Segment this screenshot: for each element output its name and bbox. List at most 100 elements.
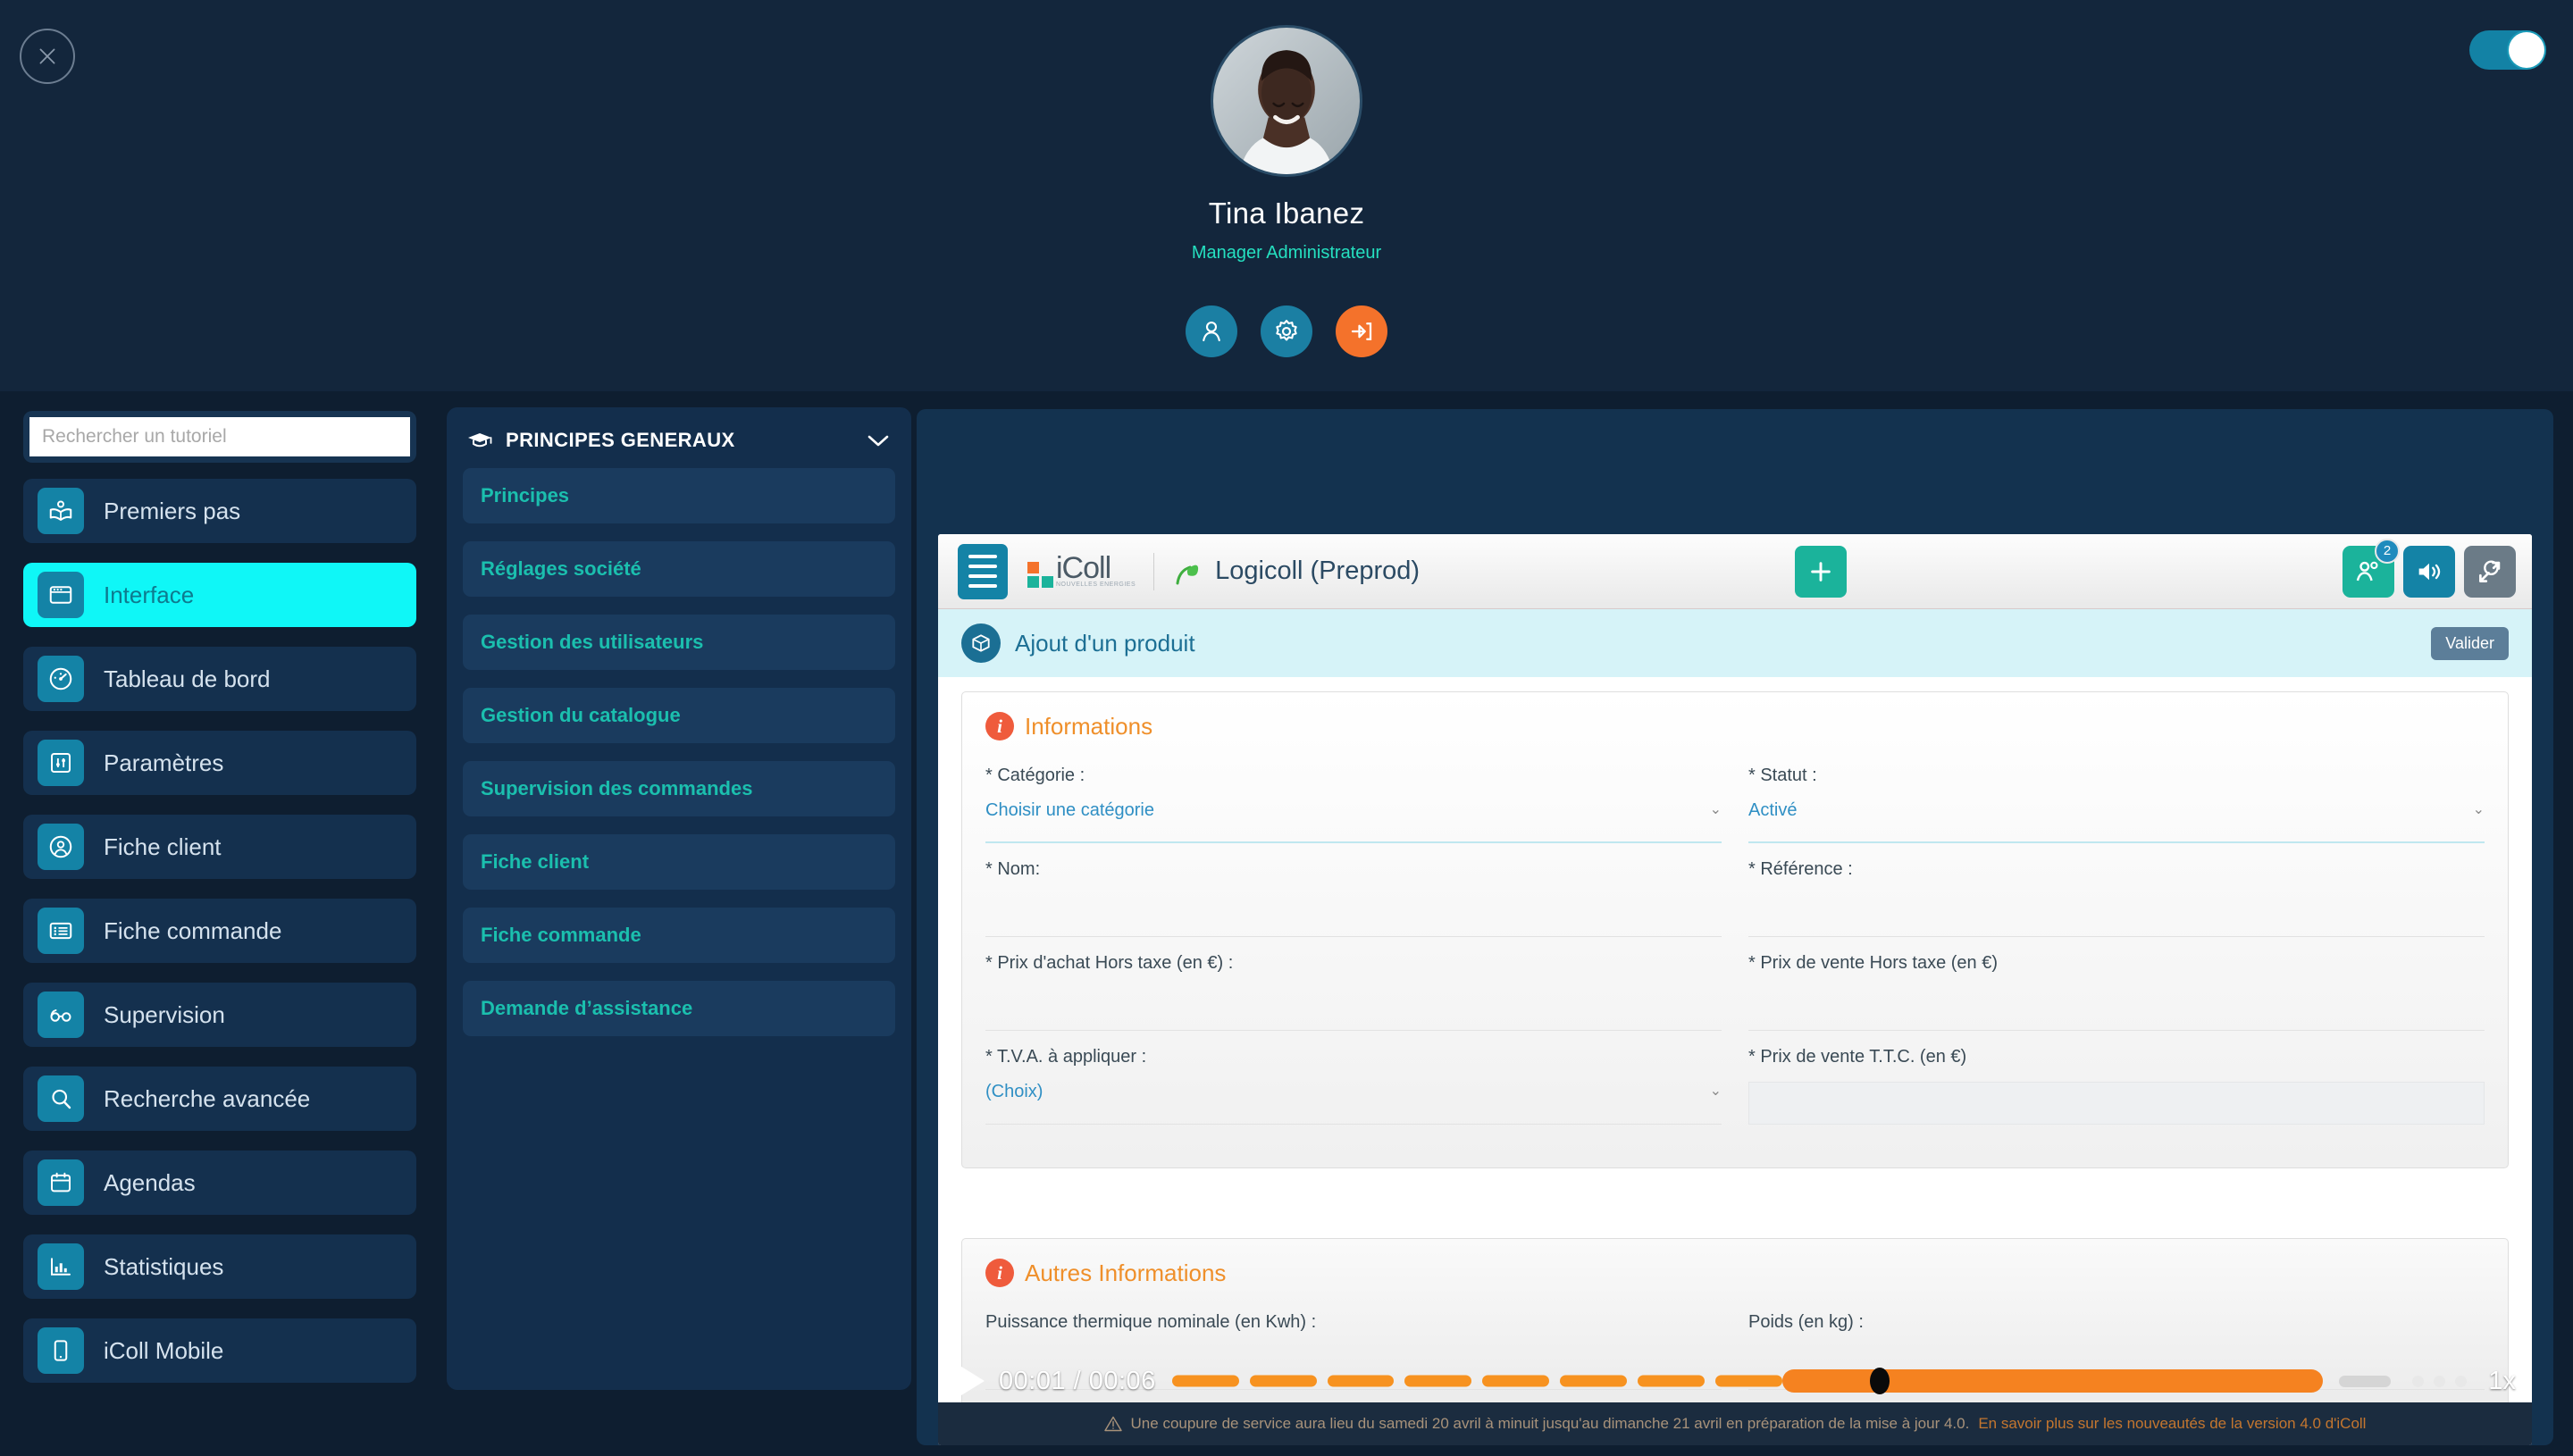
- toggle-knob: [2509, 32, 2544, 68]
- sidebar-item-agendas[interactable]: Agendas: [23, 1151, 416, 1215]
- video-stage[interactable]: iColl NOUVELLES ENERGIES Logicoll (Prepr…: [917, 409, 2553, 1445]
- video-panel: iColl NOUVELLES ENERGIES Logicoll (Prepr…: [917, 409, 2553, 1445]
- glasses-icon: [38, 992, 84, 1038]
- graduation-cap-icon: [466, 431, 493, 450]
- sidebar-item-label: Paramètres: [104, 749, 224, 776]
- add-button[interactable]: [1795, 545, 1848, 598]
- nom-input[interactable]: [985, 894, 1722, 937]
- tutorial-body: Premiers pas Interface Tableau de bord P…: [0, 391, 2573, 1456]
- menu-button[interactable]: [958, 543, 1008, 599]
- sidebar-item-label: Interface: [104, 581, 195, 608]
- chevron-down-icon[interactable]: [865, 431, 892, 449]
- statut-select[interactable]: Activé ⌄: [1748, 800, 2485, 843]
- more-options-button[interactable]: [2412, 1375, 2468, 1387]
- footer-warning-text: Une coupure de service aura lieu du same…: [1130, 1415, 1970, 1432]
- form-grid: * Catégorie : Choisir une catégorie ⌄ * …: [985, 766, 2485, 1141]
- chapter-item-label: Principes: [481, 484, 570, 506]
- volume-slider[interactable]: [2339, 1375, 2392, 1387]
- user-circle-icon: [38, 824, 84, 870]
- theme-toggle[interactable]: [2469, 30, 2546, 70]
- section-title: Informations: [1025, 712, 1153, 740]
- field-tva: * T.V.A. à appliquer : (Choix) ⌄: [985, 1047, 1722, 1132]
- app-footer: Une coupure de service aura lieu du same…: [938, 1402, 2532, 1445]
- prix-vente-ht-input[interactable]: [1748, 988, 2485, 1031]
- sidebar-item-premiers-pas[interactable]: Premiers pas: [23, 479, 416, 543]
- chapter-item-label: Supervision des commandes: [481, 777, 753, 799]
- sidebar-item-label: Statistiques: [104, 1252, 224, 1280]
- chapter-item-label: Fiche commande: [481, 924, 641, 946]
- field-prix-vente-ht: * Prix de vente Hors taxe (en €): [1748, 953, 2485, 1038]
- play-button[interactable]: [954, 1362, 985, 1400]
- chapter-item-gestion-des-utilisateurs[interactable]: Gestion des utilisateurs: [463, 615, 895, 670]
- chevron-down-icon: ⌄: [2472, 802, 2485, 817]
- book-reader-icon: [38, 488, 84, 534]
- search-input[interactable]: [29, 417, 410, 456]
- sidebar-item-supervision[interactable]: Supervision: [23, 983, 416, 1047]
- sidebar-item-recherche-avancee[interactable]: Recherche avancée: [23, 1067, 416, 1131]
- chapter-item-principes[interactable]: Principes: [463, 468, 895, 523]
- chapter-header[interactable]: PRINCIPES GENERAUX: [463, 420, 895, 468]
- field-value: Activé: [1748, 800, 1798, 820]
- chapter-item-label: Gestion du catalogue: [481, 704, 681, 726]
- playback-speed[interactable]: 1x: [2488, 1367, 2516, 1396]
- section-header: i Autres Informations: [985, 1259, 2485, 1287]
- search-wrapper: [23, 411, 416, 463]
- chapter-item-label: Fiche client: [481, 850, 590, 873]
- list-card-icon: [38, 908, 84, 954]
- sliders-icon: [38, 740, 84, 786]
- profile-button[interactable]: [1186, 305, 1237, 357]
- section-header: i Informations: [985, 712, 2485, 741]
- brand-name: iColl: [1056, 550, 1111, 585]
- field-label: * Prix d'achat Hors taxe (en €) :: [985, 953, 1234, 973]
- sidebar: Premiers pas Interface Tableau de bord P…: [0, 391, 440, 1456]
- reference-input[interactable]: [1748, 894, 2485, 937]
- categorie-select[interactable]: Choisir une catégorie ⌄: [985, 800, 1722, 843]
- progress-handle[interactable]: [1870, 1368, 1890, 1394]
- chapter-item-reglages-societe[interactable]: Réglages société: [463, 541, 895, 597]
- chapter-item-fiche-commande[interactable]: Fiche commande: [463, 908, 895, 963]
- profile-actions: [1186, 305, 1387, 357]
- sound-button[interactable]: [2403, 545, 2455, 598]
- sidebar-item-interface[interactable]: Interface: [23, 563, 416, 627]
- profile-header: Tina Ibanez Manager Administrateur: [0, 0, 2573, 391]
- field-label: * Référence :: [1748, 859, 1853, 879]
- chapter-item-supervision-des-commandes[interactable]: Supervision des commandes: [463, 761, 895, 816]
- settings-button[interactable]: [1261, 305, 1312, 357]
- sidebar-item-label: Premiers pas: [104, 497, 241, 524]
- validate-button[interactable]: Valider: [2431, 626, 2509, 660]
- sidebar-item-parametres[interactable]: Paramètres: [23, 731, 416, 795]
- contacts-badge: 2: [2375, 538, 2400, 564]
- prix-achat-ht-input[interactable]: [985, 988, 1722, 1031]
- fullscreen-button[interactable]: [2464, 545, 2516, 598]
- progress-bar[interactable]: [1171, 1368, 2324, 1394]
- field-label: Poids (en kg) :: [1748, 1312, 1864, 1332]
- sidebar-item-statistiques[interactable]: Statistiques: [23, 1234, 416, 1299]
- chapter-title: PRINCIPES GENERAUX: [506, 429, 735, 451]
- chapter-item-demande-assistance[interactable]: Demande d’assistance: [463, 981, 895, 1036]
- sidebar-item-fiche-client[interactable]: Fiche client: [23, 815, 416, 879]
- sidebar-item-label: Fiche client: [104, 833, 222, 860]
- chapter-item-label: Réglages société: [481, 557, 641, 580]
- app-title: Logicoll (Preprod): [1215, 556, 1421, 585]
- brand-subtitle: NOUVELLES ENERGIES: [1056, 582, 1136, 589]
- info-icon: i: [985, 1259, 1014, 1287]
- contacts-button[interactable]: 2: [2343, 538, 2400, 598]
- sidebar-item-label: Supervision: [104, 1000, 225, 1028]
- tva-select[interactable]: (Choix) ⌄: [985, 1082, 1722, 1125]
- informations-card: i Informations * Catégorie : Choisir une…: [961, 691, 2509, 1168]
- logout-button[interactable]: [1336, 305, 1387, 357]
- field-categorie: * Catégorie : Choisir une catégorie ⌄: [985, 766, 1722, 850]
- sidebar-item-fiche-commande[interactable]: Fiche commande: [23, 899, 416, 963]
- chapter-item-gestion-du-catalogue[interactable]: Gestion du catalogue: [463, 688, 895, 743]
- sidebar-item-tableau-de-bord[interactable]: Tableau de bord: [23, 647, 416, 711]
- icoll-logo-icon: iColl NOUVELLES ENERGIES: [1027, 550, 1136, 589]
- avatar: [1211, 25, 1362, 177]
- mobile-icon: [38, 1327, 84, 1374]
- progress-filled: [1781, 1369, 2324, 1393]
- progress-buffer: [1171, 1375, 1782, 1387]
- chapter-item-fiche-client[interactable]: Fiche client: [463, 834, 895, 890]
- footer-warning-link[interactable]: En savoir plus sur les nouveautés de la …: [1978, 1415, 2366, 1433]
- brand: iColl NOUVELLES ENERGIES Logicoll (Prepr…: [1027, 550, 1421, 590]
- close-button[interactable]: [20, 29, 75, 84]
- sidebar-item-icoll-mobile[interactable]: iColl Mobile: [23, 1318, 416, 1383]
